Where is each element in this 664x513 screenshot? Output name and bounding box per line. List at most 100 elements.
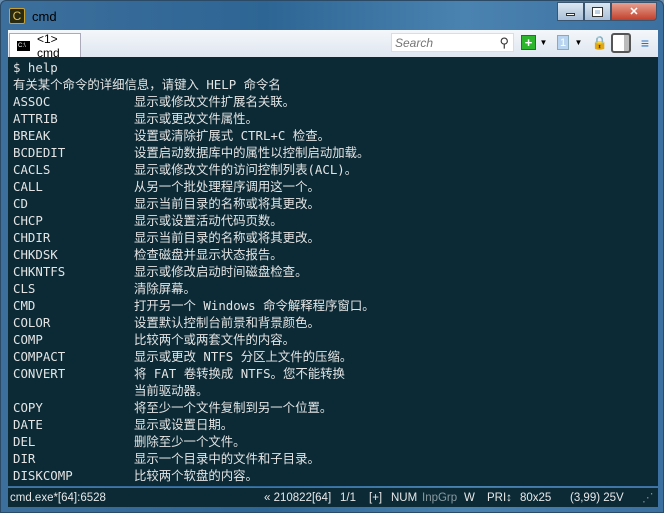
command-description: 删除至少一个文件。	[134, 434, 246, 449]
help-line: CONVERT 将 FAT 卷转换成 NTFS。您不能转换	[13, 365, 658, 382]
command-description: 打开另一个 Windows 命令解释程序窗口。	[134, 298, 375, 313]
command-description: 比较两个或两套文件的内容。	[134, 332, 296, 347]
terminal-output[interactable]: $ help 有关某个命令的详细信息，请键入 HELP 命令名 ASSOC 显示或…	[8, 57, 658, 486]
status-process[interactable]: cmd.exe*[64]:6528	[10, 488, 106, 508]
command-name: CHKDSK	[13, 247, 58, 262]
command-description: 显示一个目录中的文件和子目录。	[134, 451, 320, 466]
command-description: 显示或设置日期。	[134, 417, 234, 432]
command-name: CONVERT	[13, 366, 66, 381]
command-name: DEL	[13, 434, 36, 449]
close-button[interactable]: ✕	[611, 2, 657, 21]
command-description: 显示或设置活动代码页数。	[134, 213, 283, 228]
search-icon[interactable]: ⚲	[499, 35, 509, 51]
help-line: DATE 显示或设置日期。	[13, 416, 658, 433]
tab-label: <1> cmd	[36, 31, 60, 60]
command-description: 显示当前目录的名称或将其更改。	[134, 230, 320, 245]
command-name: COMPACT	[13, 349, 66, 364]
title-bar: C cmd	[9, 7, 57, 25]
command-name: CHCP	[13, 213, 43, 228]
conemu-app-icon[interactable]: C	[9, 8, 25, 24]
status-cursor[interactable]: (3,99) 25V	[570, 488, 624, 508]
help-line: DEL 删除至少一个文件。	[13, 433, 658, 450]
status-inpgrp[interactable]: InpGrp	[422, 488, 457, 508]
command-description: 当前驱动器。	[134, 383, 209, 398]
help-line: CALL 从另一个批处理程序调用这一个。	[13, 178, 658, 195]
help-line: CHDIR 显示当前目录的名称或将其更改。	[13, 229, 658, 246]
help-line: ATTRIB 显示或更改文件属性。	[13, 110, 658, 127]
command-name: CMD	[13, 298, 36, 313]
command-description: 将 FAT 卷转换成 NTFS。您不能转换	[134, 366, 345, 381]
help-line: COLOR 设置默认控制台前景和背景颜色。	[13, 314, 658, 331]
new-console-button[interactable]: +	[521, 35, 536, 50]
new-console-dropdown[interactable]: ▼	[539, 35, 548, 50]
maximize-button[interactable]	[584, 2, 611, 21]
command-description: 比较两个软盘的内容。	[134, 468, 258, 483]
help-line: CHCP 显示或设置活动代码页数。	[13, 212, 658, 229]
console-number-button[interactable]: 1	[557, 35, 569, 50]
command-name: ASSOC	[13, 94, 51, 109]
close-icon: ✕	[629, 6, 639, 18]
command-name: COPY	[13, 400, 43, 415]
command-name: DIR	[13, 451, 36, 466]
command-name: BCDEDIT	[13, 145, 66, 160]
hamburger-menu-icon: ≡	[640, 34, 650, 51]
status-pages[interactable]: 1/1	[340, 488, 356, 508]
command-description: 显示或修改文件扩展名关联。	[134, 94, 296, 109]
help-line: ASSOC 显示或修改文件扩展名关联。	[13, 93, 658, 110]
help-line: CHKNTFS 显示或修改启动时间磁盘检查。	[13, 263, 658, 280]
help-line: DISKCOMP 比较两个软盘的内容。	[13, 467, 658, 484]
status-plus[interactable]: [+]	[369, 488, 382, 508]
command-description: 设置或清除扩展式 CTRL+C 检查。	[134, 128, 330, 143]
menu-button[interactable]: ≡	[638, 34, 652, 51]
console-list-dropdown[interactable]: ▼	[574, 35, 583, 50]
help-line: DIR 显示一个目录中的文件和子目录。	[13, 450, 658, 467]
command-name: CACLS	[13, 162, 51, 177]
status-build[interactable]: « 210822[64]	[264, 488, 331, 508]
command-name: COMP	[13, 332, 43, 347]
command-name: CALL	[13, 179, 43, 194]
help-line: CD 显示当前目录的名称或将其更改。	[13, 195, 658, 212]
status-priority[interactable]: PRI↕	[487, 488, 512, 508]
help-line: COMPACT 显示或更改 NTFS 分区上文件的压缩。	[13, 348, 658, 365]
resize-grip-icon[interactable]: ⋰	[642, 488, 654, 508]
status-size[interactable]: 80x25	[520, 488, 551, 508]
tab-cmd[interactable]: C:\ <1> cmd	[9, 31, 81, 60]
command-description: 显示当前目录的名称或将其更改。	[134, 196, 320, 211]
plus-icon: +	[524, 35, 533, 50]
help-line: COPY 将至少一个文件复制到另一个位置。	[13, 399, 658, 416]
command-name: CLS	[13, 281, 36, 296]
command-description: 显示或更改 NTFS 分区上文件的压缩。	[134, 349, 353, 364]
search-input[interactable]	[395, 36, 495, 50]
console-window: C cmd ✕ C:\ <1> cmd ⚲ + ▼ 1 ▼ 🔒 ≡ $ help…	[0, 0, 664, 513]
command-name: DATE	[13, 417, 43, 432]
window-title: cmd	[32, 8, 57, 24]
status-num[interactable]: NUM	[391, 488, 417, 508]
status-bar: cmd.exe*[64]:6528 « 210822[64] 1/1 [+] N…	[8, 487, 658, 507]
command-description: 显示或修改启动时间磁盘检查。	[134, 264, 308, 279]
number-1-icon: 1	[559, 36, 567, 49]
lock-icon: 🔒	[591, 34, 609, 50]
command-name	[13, 382, 134, 399]
command-description: 设置默认控制台前景和背景颜色。	[134, 315, 320, 330]
command-description: 设置启动数据库中的属性以控制启动加载。	[134, 145, 370, 160]
help-line: CLS 清除屏幕。	[13, 280, 658, 297]
lock-button[interactable]: 🔒	[591, 34, 609, 50]
minimize-icon	[566, 13, 575, 16]
chevron-down-icon: ▼	[539, 38, 548, 47]
command-description: 显示或修改文件的访问控制列表(ACL)。	[134, 162, 358, 177]
chevron-down-icon: ▼	[574, 38, 583, 47]
help-line: COMP 比较两个或两套文件的内容。	[13, 331, 658, 348]
help-line: CHKDSK 检查磁盘并显示状态报告。	[13, 246, 658, 263]
help-line: CACLS 显示或修改文件的访问控制列表(ACL)。	[13, 161, 658, 178]
help-line: BCDEDIT 设置启动数据库中的属性以控制启动加载。	[13, 144, 658, 161]
split-view-button[interactable]	[611, 33, 631, 53]
command-name: BREAK	[13, 128, 51, 143]
command-name: CHKNTFS	[13, 264, 66, 279]
search-box[interactable]: ⚲	[391, 33, 514, 52]
tab-bar: C:\ <1> cmd ⚲ + ▼ 1 ▼ 🔒 ≡	[8, 30, 658, 60]
prompt-line: $ help	[13, 60, 58, 75]
command-description: 显示或更改文件属性。	[134, 111, 258, 126]
command-name: COLOR	[13, 315, 51, 330]
status-w[interactable]: W	[464, 488, 475, 508]
minimize-button[interactable]	[557, 2, 584, 21]
